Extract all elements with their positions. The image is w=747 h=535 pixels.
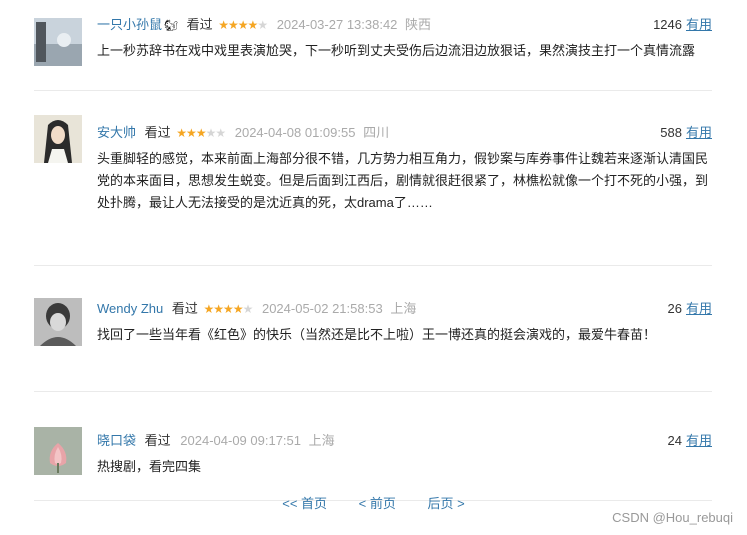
watch-status: 看过	[186, 17, 213, 32]
squirrel-icon: 🐿	[164, 20, 178, 32]
star-filled-icon: ★	[203, 302, 215, 316]
vote-number: 24	[667, 433, 682, 448]
useful-button[interactable]: 有用	[686, 125, 712, 140]
username-link[interactable]: 安大帅	[97, 125, 136, 140]
avatar[interactable]	[34, 115, 82, 163]
watch-status: 看过	[144, 433, 171, 448]
comment-item: 晓口袋 看过 2024-04-09 09:17:51 上海 24 有用 热搜剧，看…	[34, 427, 712, 501]
vote-number: 26	[667, 301, 682, 316]
vote-count: 588 有用	[660, 122, 712, 144]
star-filled-icon: ★	[218, 18, 229, 32]
comment-text: 上一秒苏辞书在戏中戏里表演尬哭，下一秒听到丈夫受伤后边流泪边放狠话，果然演技主打…	[97, 43, 696, 58]
star-filled-icon: ★	[195, 126, 207, 140]
comment-time: 2024-04-08 01:09:55	[234, 125, 356, 140]
comment-meta: 晓口袋 看过 2024-04-09 09:17:51 上海 24 有用	[97, 430, 712, 452]
comment-meta: Wendy Zhu 看过 ★★★★★ 2024-05-02 21:58:53 上…	[97, 298, 712, 320]
comment-body: 安大帅 看过 ★★★★★ 2024-04-08 01:09:55 四川 588 有…	[97, 122, 712, 214]
star-filled-icon: ★	[247, 18, 259, 32]
comment-location: 陕西	[405, 17, 432, 32]
star-filled-icon: ★	[213, 302, 224, 316]
rating-stars: ★★★★★	[218, 18, 268, 32]
vote-count: 26 有用	[668, 298, 712, 320]
first-page-link[interactable]: << 首页	[282, 496, 327, 511]
star-filled-icon: ★	[176, 126, 187, 140]
watch-status: 看过	[144, 125, 171, 140]
watch-status: 看过	[171, 301, 198, 316]
comment-meta: 一只小孙鼠 🐿 看过 ★★★★★ 2024-03-27 13:38:42 陕西 1…	[97, 14, 712, 36]
comment-body: Wendy Zhu 看过 ★★★★★ 2024-05-02 21:58:53 上…	[97, 298, 712, 346]
comment-location: 上海	[308, 433, 335, 448]
star-filled-icon: ★	[228, 18, 239, 32]
prev-page-link[interactable]: < 前页	[359, 496, 396, 511]
comment-location: 四川	[363, 125, 390, 140]
comment-text: 热搜剧，看完四集	[97, 459, 202, 474]
rating-stars: ★★★★★	[203, 302, 254, 316]
star-filled-icon: ★	[186, 126, 197, 140]
vote-count: 24 有用	[668, 430, 712, 452]
next-page-link[interactable]: 后页 >	[428, 496, 465, 511]
useful-button[interactable]: 有用	[686, 17, 712, 32]
avatar[interactable]	[34, 18, 82, 66]
username-link[interactable]: 晓口袋	[97, 433, 136, 448]
vote-number: 1246	[653, 17, 682, 32]
comment-body: 一只小孙鼠 🐿 看过 ★★★★★ 2024-03-27 13:38:42 陕西 1…	[97, 14, 712, 62]
vote-number: 588	[660, 125, 682, 140]
comment-text: 找回了一些当年看《红色》的快乐（当然还是比不上啦）王一博还真的挺会演戏的，最爱牛…	[97, 327, 657, 342]
star-filled-icon: ★	[232, 302, 244, 316]
comment-time: 2024-05-02 21:58:53	[261, 301, 383, 316]
avatar[interactable]	[34, 298, 82, 346]
star-filled-icon: ★	[223, 302, 234, 316]
comment-item: 一只小孙鼠 🐿 看过 ★★★★★ 2024-03-27 13:38:42 陕西 1…	[34, 14, 712, 91]
comment-item: 安大帅 看过 ★★★★★ 2024-04-08 01:09:55 四川 588 有…	[34, 115, 712, 266]
useful-button[interactable]: 有用	[686, 433, 712, 448]
comment-location: 上海	[390, 301, 417, 316]
username-link[interactable]: 一只小孙鼠	[97, 17, 162, 32]
comment-meta: 安大帅 看过 ★★★★★ 2024-04-08 01:09:55 四川 588 有…	[97, 122, 712, 144]
comment-text: 头重脚轻的感觉，本来前面上海部分很不错，几方势力相互角力，假钞案与库券事件让魏若…	[97, 151, 709, 210]
vote-count: 1246 有用	[653, 14, 712, 36]
username-link[interactable]: Wendy Zhu	[97, 301, 163, 316]
comment-body: 晓口袋 看过 2024-04-09 09:17:51 上海 24 有用 热搜剧，看…	[97, 430, 712, 478]
comment-time: 2024-03-27 13:38:42	[276, 17, 398, 32]
watermark: CSDN @Hou_rebuqi	[612, 510, 733, 525]
avatar[interactable]	[34, 427, 82, 475]
star-empty-icon: ★	[205, 126, 217, 140]
rating-stars: ★★★★★	[176, 126, 226, 140]
star-filled-icon: ★	[237, 18, 249, 32]
useful-button[interactable]: 有用	[686, 301, 712, 316]
star-empty-icon: ★	[215, 126, 226, 140]
star-empty-icon: ★	[242, 302, 254, 316]
comment-item: Wendy Zhu 看过 ★★★★★ 2024-05-02 21:58:53 上…	[34, 298, 712, 392]
comment-time: 2024-04-09 09:17:51	[180, 433, 301, 448]
comment-list: 一只小孙鼠 🐿 看过 ★★★★★ 2024-03-27 13:38:42 陕西 1…	[34, 14, 712, 501]
star-empty-icon: ★	[257, 18, 268, 32]
